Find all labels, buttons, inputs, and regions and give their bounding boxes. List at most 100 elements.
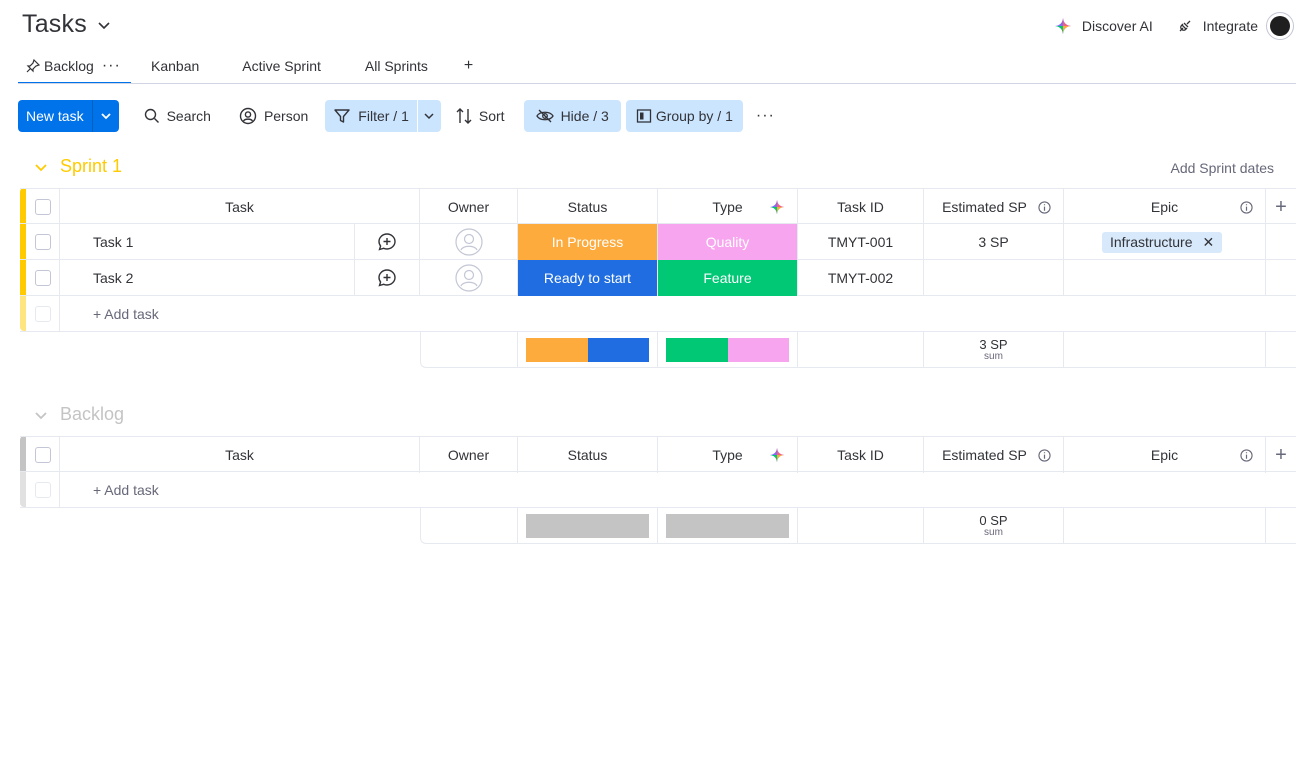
- info-icon[interactable]: [1240, 200, 1253, 214]
- info-icon[interactable]: [1038, 448, 1051, 462]
- select-all-checkbox[interactable]: [34, 199, 51, 215]
- more-options-button[interactable]: ···: [748, 100, 783, 132]
- tab-kanban[interactable]: Kanban: [151, 49, 199, 83]
- add-column-button[interactable]: +: [1266, 437, 1296, 473]
- row-checkbox[interactable]: [34, 234, 51, 250]
- chevron-down-icon: [100, 113, 111, 120]
- add-sprint-dates-button[interactable]: Add Sprint dates: [1170, 160, 1274, 176]
- column-header-estimated-sp[interactable]: Estimated SP: [924, 189, 1064, 225]
- estimated-sp-cell[interactable]: 3 SP: [924, 224, 1064, 260]
- column-header-estimated-sp[interactable]: Estimated SP: [924, 437, 1064, 473]
- column-header-task-id[interactable]: Task ID: [798, 437, 924, 473]
- account-avatar[interactable]: [1266, 12, 1294, 40]
- person-label: Person: [263, 108, 309, 124]
- chevron-down-icon: [424, 113, 434, 120]
- owner-cell[interactable]: [420, 260, 518, 296]
- status-summary-cell[interactable]: [518, 332, 658, 368]
- type-label: Feature: [658, 260, 797, 296]
- estimated-sp-cell[interactable]: [924, 260, 1064, 296]
- status-summary-bar: [526, 338, 649, 362]
- group-title-backlog[interactable]: Backlog: [34, 404, 124, 425]
- status-summary-cell[interactable]: [518, 508, 658, 544]
- column-header-epic-label: Epic: [1150, 199, 1179, 215]
- chevron-down-icon: [35, 163, 47, 171]
- owner-cell[interactable]: [420, 224, 518, 260]
- updates-cell[interactable]: [355, 224, 420, 260]
- task-name-cell[interactable]: Task 2: [60, 260, 355, 296]
- sp-summary-cell[interactable]: 3 SP sum: [924, 332, 1064, 368]
- search-icon: [144, 108, 159, 123]
- discover-ai-button[interactable]: Discover AI: [1054, 17, 1153, 35]
- add-task-input[interactable]: + Add task: [60, 296, 1296, 332]
- type-summary-cell[interactable]: [658, 508, 798, 544]
- add-row-select-cell: [26, 472, 60, 508]
- column-header-type-label: Type: [712, 447, 743, 463]
- hide-label: Hide / 3: [560, 108, 609, 124]
- type-summary-bar: [666, 338, 789, 362]
- empty-summary-cell: [1266, 332, 1296, 368]
- row-checkbox[interactable]: [34, 270, 51, 286]
- tab-active-sprint[interactable]: Active Sprint: [242, 49, 321, 83]
- column-header-task[interactable]: Task: [60, 437, 420, 473]
- type-label: Quality: [658, 224, 797, 260]
- epic-cell[interactable]: Infrastructure ✕: [1064, 224, 1266, 260]
- add-column-button[interactable]: +: [1266, 189, 1296, 225]
- column-header-epic[interactable]: Epic: [1064, 437, 1266, 473]
- new-task-button[interactable]: New task: [18, 100, 119, 132]
- search-button[interactable]: Search: [136, 100, 219, 132]
- table-row: Task 1 In Progress Quality TMYT-001 3 SP…: [20, 224, 1296, 260]
- tab-backlog[interactable]: Backlog ···: [18, 49, 131, 84]
- new-task-dropdown[interactable]: [91, 100, 119, 132]
- info-icon[interactable]: [1038, 200, 1051, 214]
- status-cell[interactable]: Ready to start: [518, 260, 658, 296]
- group-icon: [636, 109, 651, 123]
- person-filter-button[interactable]: Person: [231, 100, 316, 132]
- updates-cell[interactable]: [355, 260, 420, 296]
- column-header-owner[interactable]: Owner: [420, 437, 518, 473]
- column-header-type[interactable]: Type: [658, 437, 798, 473]
- column-header-owner[interactable]: Owner: [420, 189, 518, 225]
- column-header-status[interactable]: Status: [518, 437, 658, 473]
- column-header-type[interactable]: Type: [658, 189, 798, 225]
- hide-columns-button[interactable]: Hide / 3: [523, 100, 621, 132]
- type-summary-cell[interactable]: [658, 332, 798, 368]
- sp-sum-value: 0 SP: [979, 513, 1008, 528]
- sort-button[interactable]: Sort: [448, 100, 513, 132]
- ai-sparkle-icon[interactable]: [769, 447, 785, 463]
- group-title-sprint[interactable]: Sprint 1: [34, 156, 122, 177]
- select-all-checkbox[interactable]: [34, 447, 51, 463]
- type-cell[interactable]: Quality: [658, 224, 798, 260]
- person-placeholder-icon: [454, 228, 483, 256]
- ai-sparkle-icon[interactable]: [769, 199, 785, 215]
- group-by-button[interactable]: Group by / 1: [625, 100, 743, 132]
- add-view-button[interactable]: +: [464, 49, 473, 83]
- filter-button[interactable]: Filter / 1: [325, 100, 417, 132]
- task-name-cell[interactable]: Task 1: [60, 224, 355, 260]
- filter-dropdown[interactable]: [416, 100, 441, 132]
- column-header-task[interactable]: Task: [60, 189, 420, 225]
- column-header-status[interactable]: Status: [518, 189, 658, 225]
- column-header-task-id[interactable]: Task ID: [798, 189, 924, 225]
- status-summary-segment: [526, 338, 588, 362]
- row-select-cell: [26, 260, 60, 296]
- tab-menu-icon[interactable]: ···: [102, 57, 121, 75]
- board-toolbar: New task Search Person Filter / 1 Sort H…: [18, 100, 783, 132]
- sp-sum-value: 3 SP: [979, 337, 1008, 352]
- tab-label: Backlog: [44, 58, 94, 74]
- add-task-input[interactable]: + Add task: [60, 472, 1296, 508]
- type-cell[interactable]: Feature: [658, 260, 798, 296]
- more-label: ···: [755, 107, 775, 124]
- group-name: Backlog: [60, 404, 125, 424]
- table-header: Task Owner Status Type Task ID Estimated…: [20, 436, 1296, 473]
- add-update-icon: [378, 269, 396, 287]
- info-icon[interactable]: [1240, 448, 1253, 462]
- integrate-button[interactable]: Integrate: [1177, 18, 1258, 34]
- board-title[interactable]: Tasks: [22, 10, 111, 39]
- sp-summary-cell[interactable]: 0 SP sum: [924, 508, 1064, 544]
- remove-tag-icon[interactable]: ✕: [1202, 234, 1214, 251]
- epic-cell[interactable]: [1064, 260, 1266, 296]
- tab-all-sprints[interactable]: All Sprints: [365, 49, 428, 83]
- epic-tag[interactable]: Infrastructure ✕: [1102, 231, 1223, 253]
- status-cell[interactable]: In Progress: [518, 224, 658, 260]
- column-header-epic[interactable]: Epic: [1064, 189, 1266, 225]
